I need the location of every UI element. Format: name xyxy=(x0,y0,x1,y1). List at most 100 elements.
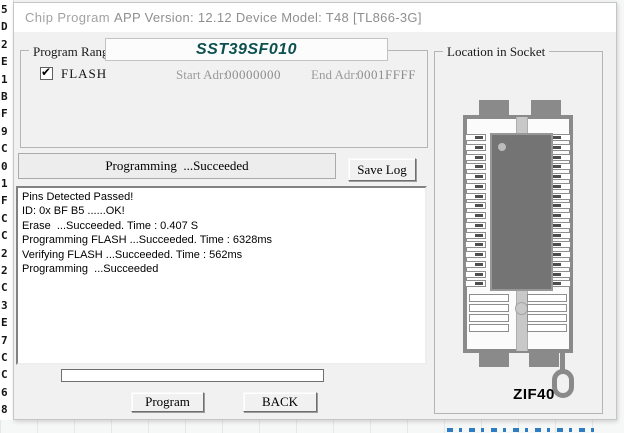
socket-pin xyxy=(527,294,567,302)
socket-pin xyxy=(465,271,486,278)
chip-name-header: SST39SF010 xyxy=(105,38,388,61)
socket-pin xyxy=(465,134,486,141)
back-button[interactable]: BACK xyxy=(243,392,317,412)
chip-program-dialog: Chip Program APP Version: 12.12 Device M… xyxy=(13,2,617,420)
background-hex-char: B xyxy=(1,90,13,103)
socket-pin xyxy=(469,324,509,332)
background-hex-char: C xyxy=(1,351,13,364)
background-hex-char: 0 xyxy=(1,160,13,173)
socket-pin xyxy=(469,314,509,322)
background-hex-char: C xyxy=(1,212,13,225)
log-area[interactable]: Pins Detected Passed!ID: 0x BF B5 ......… xyxy=(16,186,427,365)
background-hex-char: F xyxy=(1,107,13,120)
socket-pin xyxy=(465,241,486,248)
pin1-dot xyxy=(498,143,506,151)
socket-pin xyxy=(550,163,571,170)
background-hex-char: 7 xyxy=(1,334,13,347)
window-title: Chip Program xyxy=(25,10,110,25)
log-line: Programming ...Succeeded xyxy=(22,262,421,276)
socket-pin xyxy=(527,314,567,322)
socket-pin xyxy=(465,202,486,209)
location-in-socket-label: Location in Socket xyxy=(443,44,549,60)
start-adr-value: 00000000 xyxy=(225,67,281,83)
program-button[interactable]: Program xyxy=(131,392,204,412)
socket-pin xyxy=(550,222,571,229)
progress-bar xyxy=(61,369,324,382)
background-hex-char: E xyxy=(1,316,13,329)
socket-tab-bottom-left xyxy=(479,351,509,367)
socket-type-label: ZIF40 xyxy=(494,386,574,403)
socket-pin xyxy=(550,183,571,190)
background-hex-char: C xyxy=(1,229,13,242)
socket-pin xyxy=(550,251,571,258)
socket-pin xyxy=(550,173,571,180)
log-line: Erase ...Succeeded. Time : 0.407 S xyxy=(22,219,421,233)
log-line: Pins Detected Passed! xyxy=(22,190,421,204)
socket-pin xyxy=(465,163,486,170)
background-hex-char: 9 xyxy=(1,125,13,138)
socket-pin xyxy=(550,193,571,200)
socket-pin xyxy=(550,202,571,209)
background-hex-char: 2 xyxy=(1,264,13,277)
background-hex-char: 5 xyxy=(1,3,13,16)
checkmark-icon: ✔ xyxy=(41,65,51,79)
socket-pin xyxy=(550,261,571,268)
background-hex-char: 6 xyxy=(1,386,13,399)
socket-pin xyxy=(527,304,567,312)
screen: 5D2E1BF9C01FCC22C3E7CC68 Chip Program AP… xyxy=(0,0,624,433)
flash-checkbox-label: FLASH xyxy=(61,66,107,82)
socket-pin xyxy=(465,183,486,190)
socket-pin xyxy=(527,324,567,332)
end-adr-label: End Adr: xyxy=(311,67,358,83)
socket-pin xyxy=(465,251,486,258)
socket-tab-bottom-right xyxy=(529,351,559,367)
chip-body xyxy=(490,133,553,291)
end-adr-value: 0001FFFF xyxy=(357,67,416,83)
background-hex-char: 8 xyxy=(1,403,13,416)
title-bar: Chip Program APP Version: 12.12 Device M… xyxy=(14,3,616,32)
socket-pin xyxy=(550,280,571,287)
socket-pin xyxy=(550,271,571,278)
socket-pin xyxy=(550,134,571,141)
socket-pin xyxy=(550,212,571,219)
socket-pin xyxy=(465,144,486,151)
socket-tab-top-left xyxy=(479,100,509,116)
background-hex-char: F xyxy=(1,194,13,207)
socket-pin xyxy=(550,232,571,239)
background-app-right xyxy=(618,0,624,433)
socket-pin xyxy=(550,241,571,248)
background-hex-char: C xyxy=(1,368,13,381)
socket-pin xyxy=(469,304,509,312)
socket-pin xyxy=(465,261,486,268)
socket-pin xyxy=(465,212,486,219)
socket-pin xyxy=(550,144,571,151)
background-hex-char: 1 xyxy=(1,177,13,190)
socket-pin xyxy=(465,222,486,229)
flash-checkbox[interactable]: ✔ xyxy=(40,67,53,80)
log-line: Verifying FLASH ...Succeeded. Time : 562… xyxy=(22,248,421,262)
window-subtitle: APP Version: 12.12 Device Model: T48 [TL… xyxy=(114,10,422,25)
socket-pin xyxy=(465,280,486,287)
socket-pin xyxy=(465,173,486,180)
background-hex-char: 3 xyxy=(1,299,13,312)
lever-hook-stem xyxy=(560,349,565,371)
start-adr-label: Start Adr: xyxy=(176,67,227,83)
background-hex-char: D xyxy=(1,20,13,33)
socket-pin xyxy=(469,294,509,302)
log-line: ID: 0x BF B5 ......OK! xyxy=(22,204,421,218)
background-hex-char: 2 xyxy=(1,247,13,260)
socket-pin xyxy=(465,193,486,200)
socket-tab-top-right xyxy=(531,100,561,116)
background-hex-char: 2 xyxy=(1,38,13,51)
socket-pin xyxy=(465,154,486,161)
background-clipped-text xyxy=(447,428,597,432)
background-hex-char: E xyxy=(1,55,13,68)
log-line: Programming FLASH ...Succeeded. Time : 6… xyxy=(22,233,421,247)
socket-pin xyxy=(465,232,486,239)
background-hex-char: C xyxy=(1,142,13,155)
save-log-button[interactable]: Save Log xyxy=(348,158,416,181)
status-message: Programming ...Succeeded xyxy=(18,153,336,179)
background-hex-char: 1 xyxy=(1,73,13,86)
socket-pin xyxy=(550,154,571,161)
program-range-group xyxy=(20,50,428,148)
